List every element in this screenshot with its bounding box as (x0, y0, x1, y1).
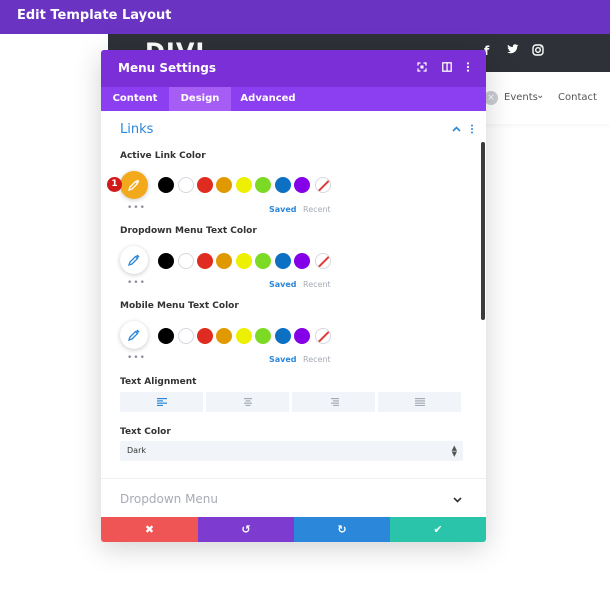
modal-tabs: Content Design Advanced (101, 87, 486, 111)
nav-link-contact[interactable]: Contact (558, 92, 597, 103)
modal-header: Menu Settings (101, 50, 486, 87)
modal-footer: ✖ ↺ ↻ ✔ (101, 517, 486, 542)
cancel-button[interactable]: ✖ (101, 517, 198, 542)
swatch-orange[interactable] (216, 328, 232, 344)
swatch-white[interactable] (178, 177, 194, 193)
swatch-purple[interactable] (294, 253, 310, 269)
swatch-green[interactable] (255, 253, 271, 269)
swatch-white[interactable] (178, 253, 194, 269)
select-value: Dark (127, 446, 146, 455)
chevron-down-icon[interactable] (453, 493, 462, 506)
swatch-yellow[interactable] (236, 328, 252, 344)
more-colors-icon[interactable]: ••• (127, 278, 146, 288)
align-center-icon[interactable] (206, 392, 289, 412)
close-icon[interactable]: × (484, 91, 498, 105)
saved-tab[interactable]: Saved (269, 355, 297, 364)
align-left-icon[interactable] (120, 392, 203, 412)
more-colors-icon[interactable]: ••• (127, 203, 146, 213)
swatch-purple[interactable] (294, 328, 310, 344)
swatch-yellow[interactable] (236, 177, 252, 193)
divider (101, 478, 486, 479)
swatch-red[interactable] (197, 328, 213, 344)
saved-tab[interactable]: Saved (269, 205, 297, 214)
section-more-icon[interactable] (470, 124, 474, 137)
swatch-blue[interactable] (275, 328, 291, 344)
step-badge: 1 (107, 177, 122, 192)
expand-icon[interactable] (416, 62, 428, 75)
split-view-icon[interactable] (441, 62, 453, 75)
swatch-black[interactable] (158, 177, 174, 193)
text-color-select[interactable]: Dark ▲ ▼ (120, 441, 463, 461)
redo-button[interactable]: ↻ (294, 517, 390, 542)
menu-settings-modal: Menu Settings Content Design Advanced Li… (101, 50, 486, 542)
scrollbar[interactable] (481, 142, 485, 320)
swatch-red[interactable] (197, 177, 213, 193)
swatch-orange[interactable] (216, 177, 232, 193)
field-label-text-alignment: Text Alignment (120, 377, 197, 387)
select-arrows-icon: ▲ ▼ (451, 444, 457, 458)
field-label-mobile-text-color: Mobile Menu Text Color (120, 301, 239, 311)
section-title-links[interactable]: Links (120, 122, 153, 137)
swatch-green[interactable] (255, 177, 271, 193)
template-topbar: Edit Template Layout (0, 0, 610, 34)
recent-tab[interactable]: Recent (303, 355, 331, 364)
swatch-black[interactable] (158, 328, 174, 344)
saved-tab[interactable]: Saved (269, 280, 297, 289)
instagram-icon[interactable] (532, 44, 544, 59)
tab-advanced[interactable]: Advanced (231, 87, 305, 111)
text-alignment-control (120, 392, 463, 412)
swatch-purple[interactable] (294, 177, 310, 193)
align-justify-icon[interactable] (378, 392, 461, 412)
swatch-black[interactable] (158, 253, 174, 269)
swatch-none-icon[interactable] (315, 253, 331, 269)
recent-tab[interactable]: Recent (303, 205, 331, 214)
nav-link-events[interactable]: Events (504, 92, 538, 103)
chevron-down-icon: ⌄ (536, 90, 545, 101)
swatch-none-icon[interactable] (315, 328, 331, 344)
page-title: Edit Template Layout (17, 8, 172, 23)
section-title-dropdown-menu[interactable]: Dropdown Menu (120, 492, 218, 506)
swatch-white[interactable] (178, 328, 194, 344)
color-picker-dropdown-text[interactable] (120, 246, 148, 274)
chevron-up-icon[interactable] (452, 124, 461, 135)
field-label-dropdown-text-color: Dropdown Menu Text Color (120, 226, 257, 236)
color-picker-active-link[interactable] (120, 171, 148, 199)
swatch-red[interactable] (197, 253, 213, 269)
field-label-active-link-color: Active Link Color (120, 151, 206, 161)
recent-tab[interactable]: Recent (303, 280, 331, 289)
undo-button[interactable]: ↺ (198, 517, 294, 542)
swatch-blue[interactable] (275, 177, 291, 193)
swatch-blue[interactable] (275, 253, 291, 269)
swatch-green[interactable] (255, 328, 271, 344)
field-label-text-color: Text Color (120, 427, 171, 437)
swatch-none-icon[interactable] (315, 177, 331, 193)
tab-content[interactable]: Content (101, 87, 169, 111)
align-right-icon[interactable] (292, 392, 375, 412)
color-picker-mobile-text[interactable] (120, 321, 148, 349)
twitter-icon[interactable] (507, 44, 519, 58)
swatch-orange[interactable] (216, 253, 232, 269)
more-icon[interactable] (462, 62, 474, 75)
more-colors-icon[interactable]: ••• (127, 353, 146, 363)
tab-design[interactable]: Design (169, 87, 231, 111)
modal-title: Menu Settings (118, 61, 216, 75)
swatch-yellow[interactable] (236, 253, 252, 269)
save-button[interactable]: ✔ (390, 517, 486, 542)
